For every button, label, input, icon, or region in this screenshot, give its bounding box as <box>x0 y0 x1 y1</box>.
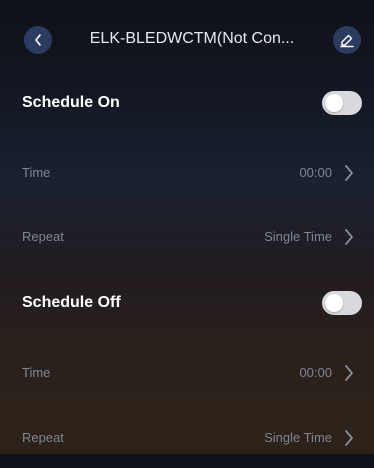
toggle-knob <box>325 94 343 112</box>
pencil-icon <box>340 34 354 48</box>
schedule-on-time-row[interactable]: Time 00:00 <box>0 143 374 203</box>
schedule-on-toggle[interactable] <box>322 91 362 115</box>
chevron-left-icon <box>35 34 41 46</box>
time-value: 00:00 <box>299 165 332 180</box>
repeat-label: Repeat <box>22 229 64 244</box>
schedule-off-row: Schedule Off <box>0 274 374 334</box>
chevron-right-icon <box>345 165 353 181</box>
schedule-off-toggle[interactable] <box>322 291 362 315</box>
time-value: 00:00 <box>299 365 332 380</box>
time-label: Time <box>22 165 51 180</box>
schedule-off-time-row[interactable]: Time 00:00 <box>0 343 374 403</box>
chevron-right-icon <box>345 229 353 245</box>
time-label: Time <box>22 365 51 380</box>
chevron-right-icon <box>345 365 353 381</box>
schedule-off-repeat-row[interactable]: Repeat Single Time <box>0 408 374 468</box>
schedule-on-row: Schedule On <box>0 74 374 134</box>
schedule-on-label: Schedule On <box>22 94 120 111</box>
page-title: ELK-BLEDWCTM(Not Con... <box>89 30 295 47</box>
schedule-on-repeat-row[interactable]: Repeat Single Time <box>0 207 374 267</box>
schedule-off-label: Schedule Off <box>22 294 121 311</box>
repeat-value: Single Time <box>264 430 332 445</box>
repeat-value: Single Time <box>264 229 332 244</box>
back-button[interactable] <box>24 26 52 54</box>
toggle-knob <box>325 294 343 312</box>
header-bar: ELK-BLEDWCTM(Not Con... <box>0 0 374 80</box>
repeat-label: Repeat <box>22 430 64 445</box>
edit-button[interactable] <box>333 26 361 54</box>
chevron-right-icon <box>345 430 353 446</box>
